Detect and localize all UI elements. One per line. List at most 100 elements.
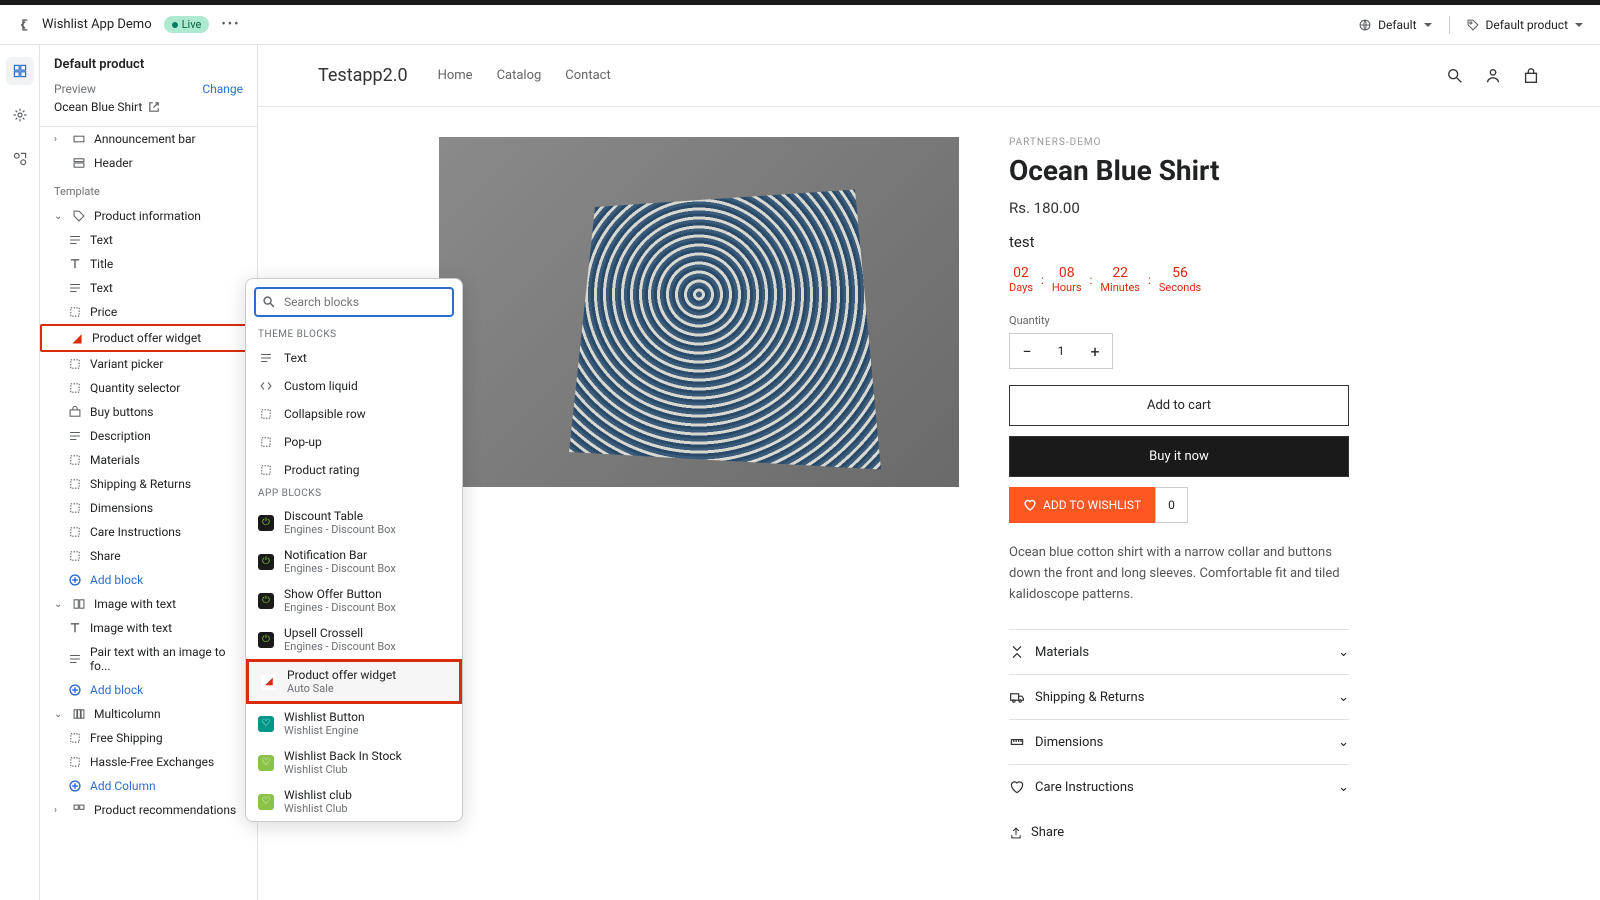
exit-icon[interactable] bbox=[16, 18, 30, 32]
tree-image-text-block[interactable]: Image with text bbox=[40, 616, 257, 640]
add-to-cart-button[interactable]: Add to cart bbox=[1009, 385, 1349, 426]
tree-variant[interactable]: Variant picker bbox=[40, 352, 257, 376]
tree-text[interactable]: Text bbox=[40, 228, 257, 252]
template-selector[interactable]: Default product bbox=[1466, 18, 1585, 32]
site-brand: Testapp2.0 bbox=[318, 65, 408, 86]
countdown-timer: 02Days: 08Hours: 22Minutes: 56Seconds bbox=[1009, 265, 1349, 294]
qty-decrease[interactable]: − bbox=[1010, 334, 1044, 368]
block-custom-liquid[interactable]: Custom liquid bbox=[246, 372, 462, 400]
tree-recommendations[interactable]: ›Product recommendations bbox=[40, 798, 257, 822]
block-wishlist-back-in-stock[interactable]: ♡Wishlist Back In StockWishlist Club bbox=[246, 743, 462, 782]
tree-announcement[interactable]: ›Announcement bar bbox=[40, 127, 257, 151]
rail-settings[interactable] bbox=[6, 101, 34, 129]
block-popup[interactable]: Pop-up bbox=[246, 428, 462, 456]
tree-buy-buttons[interactable]: Buy buttons bbox=[40, 400, 257, 424]
tree-text[interactable]: Text bbox=[40, 276, 257, 300]
locale-selector[interactable]: Default bbox=[1358, 18, 1432, 32]
chevron-down-icon: ⌄ bbox=[1338, 645, 1349, 660]
tree-header[interactable]: Header bbox=[40, 151, 257, 175]
product-description: Ocean blue cotton shirt with a narrow co… bbox=[1009, 543, 1349, 605]
product-vendor: PARTNERS-DEMO bbox=[1009, 137, 1349, 148]
add-to-wishlist-button[interactable]: ADD TO WISHLIST bbox=[1009, 487, 1155, 523]
app-header: Wishlist App Demo Live ••• Default Defau… bbox=[0, 5, 1600, 45]
qty-increase[interactable]: + bbox=[1078, 334, 1112, 368]
tree-multicolumn[interactable]: ⌄Multicolumn bbox=[40, 702, 257, 726]
chevron-down-icon: ⌄ bbox=[1338, 780, 1349, 795]
ruler-icon bbox=[1009, 734, 1025, 750]
tree-image-text-section[interactable]: ⌄Image with text bbox=[40, 592, 257, 616]
cart-icon[interactable] bbox=[1522, 67, 1540, 85]
tree-free-shipping[interactable]: Free Shipping bbox=[40, 726, 257, 750]
nav-rail bbox=[0, 45, 40, 900]
more-menu[interactable]: ••• bbox=[221, 17, 240, 32]
storefront-header: Testapp2.0 Home Catalog Contact bbox=[258, 45, 1600, 107]
tree-materials[interactable]: Materials bbox=[40, 448, 257, 472]
share-icon bbox=[1009, 826, 1023, 840]
collapse-shipping[interactable]: Shipping & Returns⌄ bbox=[1009, 674, 1349, 719]
collapse-dimensions[interactable]: Dimensions⌄ bbox=[1009, 719, 1349, 764]
nav-home[interactable]: Home bbox=[438, 68, 473, 83]
block-text[interactable]: Text bbox=[246, 344, 462, 372]
rail-sections[interactable] bbox=[6, 57, 34, 85]
qty-value: 1 bbox=[1044, 334, 1078, 368]
search-blocks-input[interactable] bbox=[254, 287, 454, 317]
tree-product-offer-widget[interactable]: ◢Product offer widget bbox=[40, 324, 257, 352]
preview-label: Preview bbox=[54, 82, 96, 96]
tree-description[interactable]: Description bbox=[40, 424, 257, 448]
tree-share[interactable]: Share bbox=[40, 544, 257, 568]
block-product-offer-widget[interactable]: ◢Product offer widgetAuto Sale bbox=[246, 659, 462, 704]
block-wishlist-button[interactable]: ♡Wishlist ButtonWishlist Engine bbox=[246, 704, 462, 743]
add-block-button[interactable]: Add block bbox=[40, 678, 257, 702]
block-picker-popup: THEME BLOCKS Text Custom liquid Collapsi… bbox=[245, 278, 463, 822]
tree-pair-text[interactable]: Pair text with an image to fo... bbox=[40, 640, 257, 678]
materials-icon bbox=[1009, 644, 1025, 660]
quantity-stepper: − 1 + bbox=[1009, 333, 1113, 369]
sidebar: Default product Preview Change Ocean Blu… bbox=[40, 45, 258, 900]
nav-catalog[interactable]: Catalog bbox=[497, 68, 542, 83]
nav-contact[interactable]: Contact bbox=[565, 68, 610, 83]
buy-now-button[interactable]: Buy it now bbox=[1009, 436, 1349, 477]
share-button[interactable]: Share bbox=[1009, 825, 1349, 840]
chevron-down-icon: ⌄ bbox=[1338, 690, 1349, 705]
account-icon[interactable] bbox=[1484, 67, 1502, 85]
block-wishlist-club[interactable]: ♡Wishlist clubWishlist Club bbox=[246, 782, 462, 821]
tree-product-info[interactable]: ⌄Product information bbox=[40, 204, 257, 228]
external-link-icon[interactable] bbox=[148, 101, 160, 113]
change-preview-link[interactable]: Change bbox=[202, 82, 243, 96]
add-column-button[interactable]: Add Column bbox=[40, 774, 257, 798]
globe-icon bbox=[1358, 18, 1372, 32]
tree-hassle-free[interactable]: Hassle-Free Exchanges bbox=[40, 750, 257, 774]
block-show-offer[interactable]: ⏻Show Offer ButtonEngines - Discount Box bbox=[246, 581, 462, 620]
product-title: Ocean Blue Shirt bbox=[1009, 154, 1349, 187]
quantity-label: Quantity bbox=[1009, 314, 1349, 327]
collapse-care[interactable]: Care Instructions⌄ bbox=[1009, 764, 1349, 809]
tree-care[interactable]: Care Instructions bbox=[40, 520, 257, 544]
tree-price[interactable]: Price bbox=[40, 300, 257, 324]
tree-dimensions[interactable]: Dimensions bbox=[40, 496, 257, 520]
tree-shipping[interactable]: Shipping & Returns bbox=[40, 472, 257, 496]
search-icon[interactable] bbox=[1446, 67, 1464, 85]
chevron-down-icon bbox=[1423, 20, 1433, 30]
rail-apps[interactable] bbox=[6, 145, 34, 173]
block-notification-bar[interactable]: ⏻Notification BarEngines - Discount Box bbox=[246, 542, 462, 581]
product-image bbox=[439, 137, 959, 487]
collapse-materials[interactable]: Materials⌄ bbox=[1009, 629, 1349, 674]
preview-product-name: Ocean Blue Shirt bbox=[54, 100, 142, 114]
search-icon bbox=[262, 295, 276, 309]
block-discount-table[interactable]: ⏻Discount TableEngines - Discount Box bbox=[246, 503, 462, 542]
status-badge: Live bbox=[164, 16, 210, 33]
tree-quantity[interactable]: Quantity selector bbox=[40, 376, 257, 400]
block-upsell[interactable]: ⏻Upsell CrossellEngines - Discount Box bbox=[246, 620, 462, 659]
app-name: Wishlist App Demo bbox=[42, 17, 152, 32]
product-price: Rs. 180.00 bbox=[1009, 199, 1349, 217]
tree-title[interactable]: Title bbox=[40, 252, 257, 276]
add-block-button[interactable]: Add block bbox=[40, 568, 257, 592]
template-heading: Template bbox=[40, 175, 257, 204]
block-collapsible[interactable]: Collapsible row bbox=[246, 400, 462, 428]
sidebar-title: Default product bbox=[54, 57, 243, 72]
truck-icon bbox=[1009, 689, 1025, 705]
app-blocks-heading: APP BLOCKS bbox=[246, 484, 462, 503]
heart-icon bbox=[1009, 779, 1025, 795]
theme-blocks-heading: THEME BLOCKS bbox=[246, 325, 462, 344]
block-product-rating[interactable]: Product rating bbox=[246, 456, 462, 484]
